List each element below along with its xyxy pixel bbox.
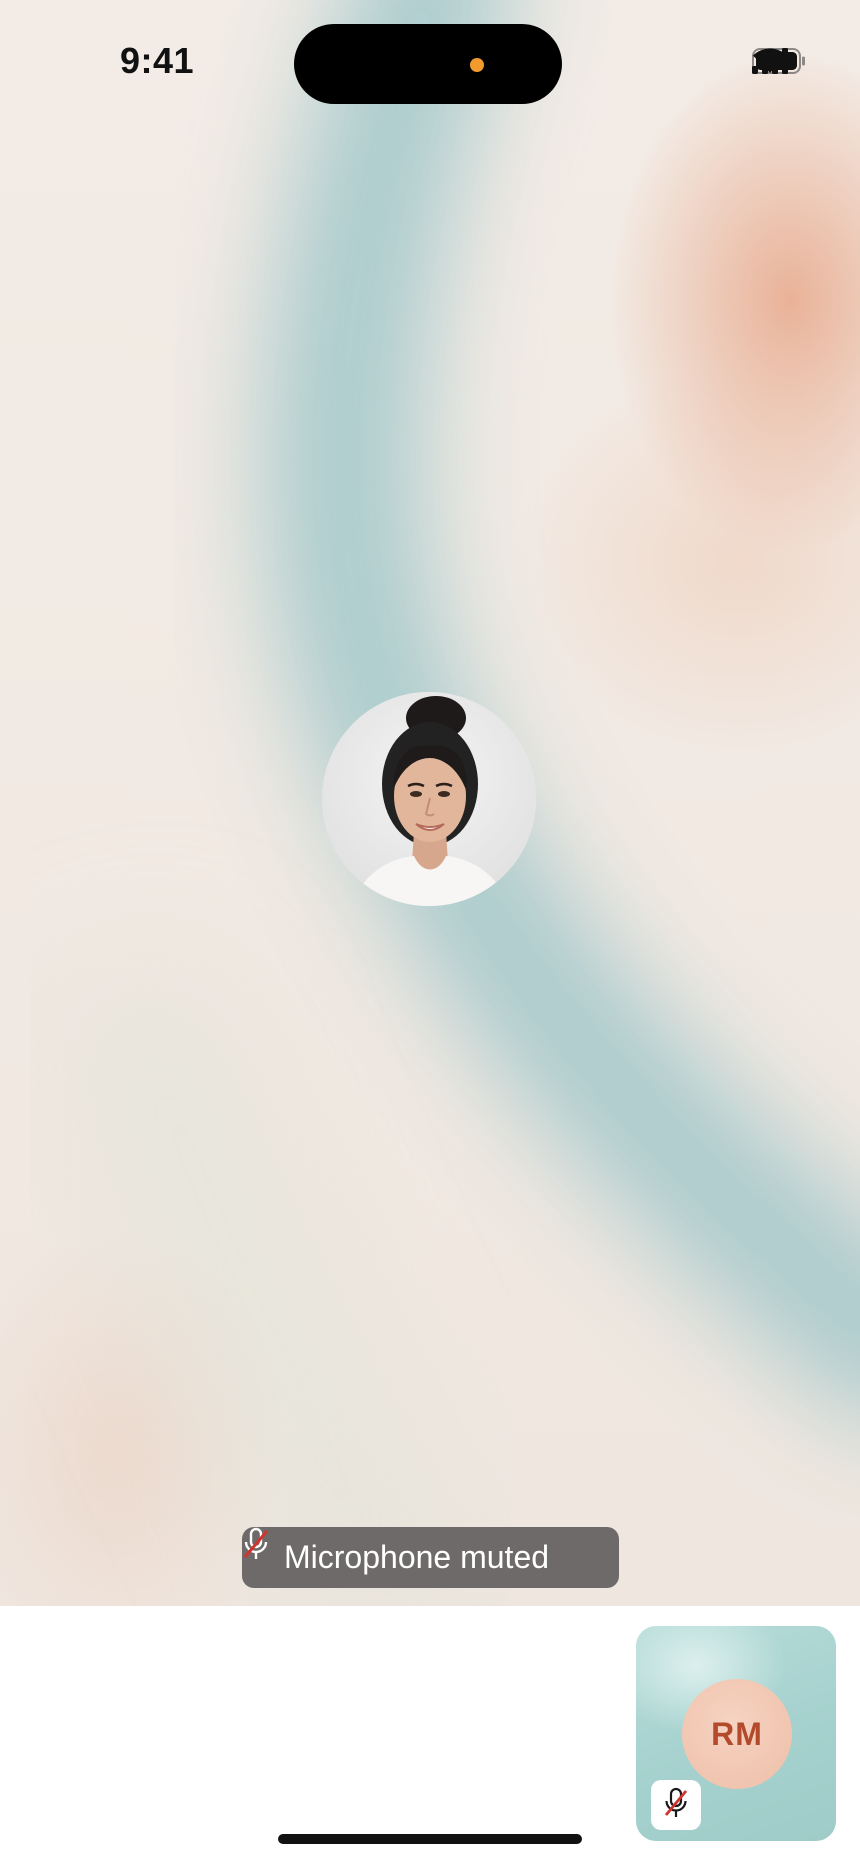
microphone-muted-icon xyxy=(663,1787,689,1824)
participant-avatar[interactable] xyxy=(322,692,536,906)
video-stage: 9:41 Microphone muted xyxy=(0,0,860,1606)
toast-text: Microphone muted xyxy=(284,1539,550,1575)
home-indicator[interactable] xyxy=(278,1834,582,1844)
self-view-tile[interactable]: RM xyxy=(636,1626,836,1841)
status-time: 9:41 xyxy=(120,40,195,81)
dynamic-island xyxy=(294,24,562,104)
participant-photo xyxy=(322,692,536,906)
self-initials: RM xyxy=(711,1715,763,1752)
microphone-muted-toast: Microphone muted xyxy=(242,1527,619,1588)
self-avatar: RM xyxy=(682,1679,792,1789)
self-mic-status xyxy=(651,1780,701,1830)
privacy-indicator-dot xyxy=(470,58,484,72)
